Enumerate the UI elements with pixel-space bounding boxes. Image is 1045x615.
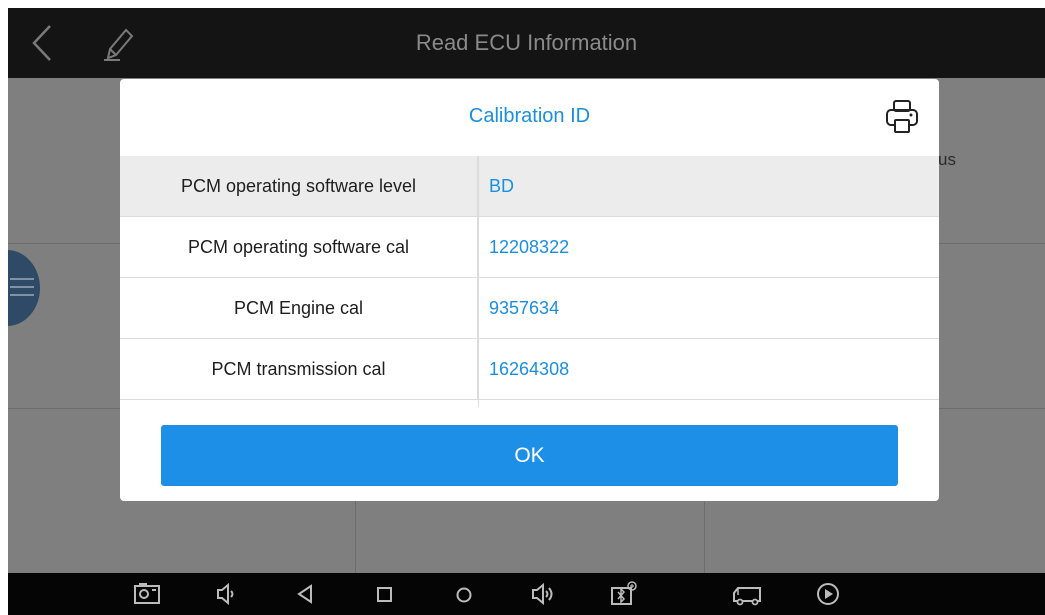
table-row: PCM operating software level BD (120, 156, 939, 217)
table-row: PCM operating software cal 12208322 (120, 217, 939, 278)
volume-down-icon (217, 582, 234, 606)
screenshot-icon (134, 583, 160, 604)
vci-bluetooth-icon (611, 581, 637, 605)
volume-up-button[interactable] (529, 581, 557, 607)
dialog-title: Calibration ID (468, 105, 591, 127)
nav-back-icon (297, 584, 312, 604)
row-value: BD (489, 176, 515, 196)
screenshot-button[interactable] (133, 581, 161, 607)
calibration-table: PCM operating software level BD PCM oper… (120, 156, 939, 407)
row-value: 12208322 (489, 237, 570, 257)
row-label: PCM Engine cal (120, 278, 478, 338)
background-status-text: us (938, 150, 956, 169)
truck-icon (733, 587, 761, 606)
nav-recent-icon (377, 587, 392, 602)
row-label: PCM transmission cal (120, 339, 478, 399)
play-button[interactable] (814, 581, 842, 607)
calibration-id-dialog: Calibration ID PCM operating software le… (120, 79, 939, 501)
app-screen: Read ECU Information us Calibration ID P… (8, 8, 1045, 615)
ok-button[interactable]: OK (161, 425, 898, 486)
nav-home-icon (456, 587, 472, 603)
volume-up-icon (532, 582, 553, 606)
vci-connection-button[interactable] (609, 581, 637, 607)
row-value: 9357634 (489, 298, 560, 318)
table-row: PCM Engine cal 9357634 (120, 278, 939, 339)
print-button[interactable] (882, 97, 922, 137)
table-column-divider (478, 156, 479, 407)
nav-back-button[interactable] (291, 581, 319, 607)
page-title: Read ECU Information (415, 30, 638, 55)
row-value: 16264308 (489, 359, 570, 379)
nav-home-button[interactable] (450, 581, 478, 607)
play-icon (817, 583, 839, 605)
printer-icon (886, 100, 918, 133)
top-bar: Read ECU Information (8, 8, 1045, 78)
table-row: PCM transmission cal 16264308 (120, 339, 939, 400)
volume-down-button[interactable] (212, 581, 240, 607)
system-nav-bar (8, 573, 1045, 615)
vehicle-button[interactable] (730, 581, 761, 607)
row-label: PCM operating software level (120, 156, 478, 216)
row-label: PCM operating software cal (120, 217, 478, 277)
nav-recent-button[interactable] (370, 581, 398, 607)
side-menu-button[interactable] (8, 250, 40, 326)
